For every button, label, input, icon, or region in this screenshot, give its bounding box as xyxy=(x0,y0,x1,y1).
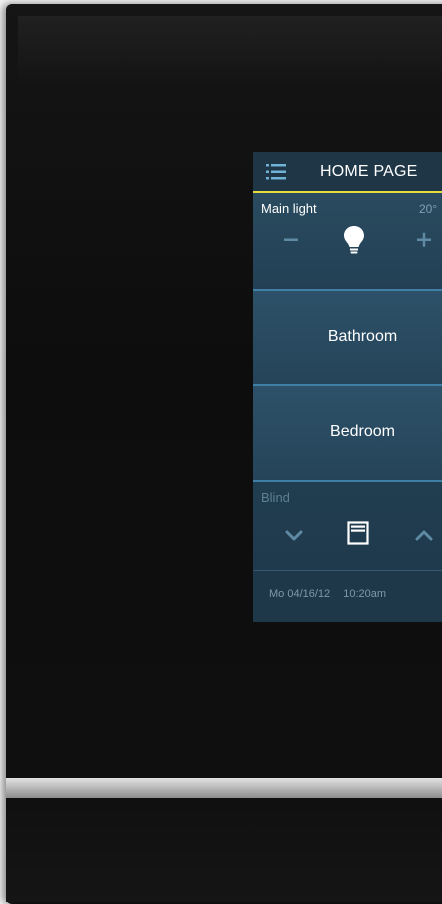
plus-icon xyxy=(417,232,431,247)
page-title: HOME PAGE xyxy=(320,163,418,180)
room-label: Bedroom xyxy=(330,423,395,440)
status-bar: Mo 04/16/12 10:20am xyxy=(253,570,442,622)
blind-stop-icon xyxy=(347,521,369,545)
date-time: Mo 04/16/12 10:20am xyxy=(269,588,386,600)
main-light-value: 20° xyxy=(419,202,438,216)
header-bar: HOME PAGE xyxy=(253,152,442,193)
time-text: 10:20am xyxy=(343,588,387,600)
chevron-up-icon xyxy=(415,530,433,541)
blind-label: Blind xyxy=(261,490,290,505)
light-bulb-icon[interactable] xyxy=(341,223,367,257)
touch-screen: HOME PAGE Main light 20° Bathroom Bedroo… xyxy=(253,152,442,622)
chevron-down-icon xyxy=(285,530,303,541)
main-light-label: Main light xyxy=(261,201,317,216)
device-bottom-bezel xyxy=(6,798,442,902)
main-light-control: Main light 20° xyxy=(253,193,442,289)
room-button-bathroom[interactable]: Bathroom xyxy=(253,289,442,383)
blind-up-button[interactable] xyxy=(411,524,437,546)
menu-icon[interactable] xyxy=(266,163,286,181)
blind-control: Blind xyxy=(253,480,442,570)
plus-button[interactable] xyxy=(411,225,442,255)
metal-trim-strip xyxy=(6,778,442,798)
room-label: Bathroom xyxy=(327,328,398,345)
date-text: Mo 04/16/12 xyxy=(269,588,331,600)
blind-down-button[interactable] xyxy=(281,524,307,546)
minus-icon xyxy=(284,238,298,241)
room-button-bedroom[interactable]: Bedroom xyxy=(253,384,442,480)
device-sheen xyxy=(18,16,442,86)
minus-button[interactable] xyxy=(271,225,311,255)
blind-stop-button[interactable] xyxy=(345,518,371,548)
